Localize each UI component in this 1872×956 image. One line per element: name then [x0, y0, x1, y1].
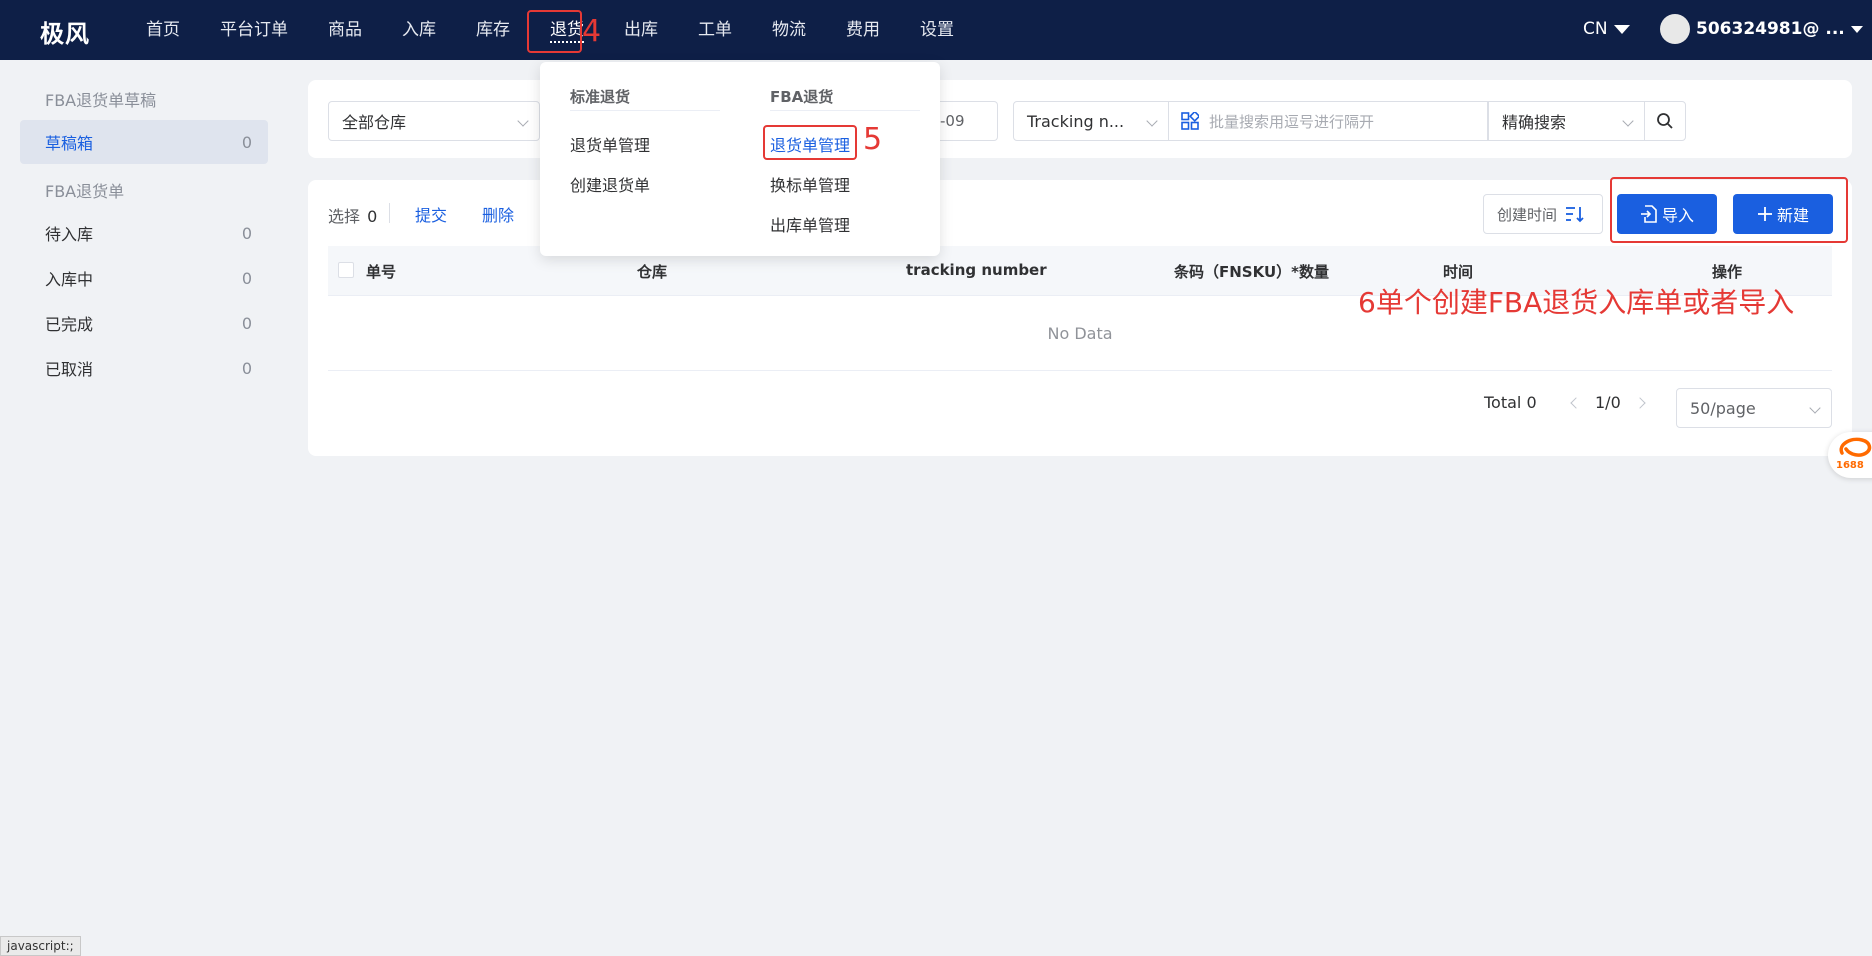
- pagination-total: Total 0: [1484, 393, 1537, 412]
- caret-down-icon: [1613, 24, 1630, 34]
- language-switch[interactable]: CN: [1583, 19, 1630, 39]
- search-button[interactable]: [1644, 101, 1686, 141]
- sidebar-item-label: 已取消: [45, 360, 94, 379]
- dropdown-section-standard: 标准退货: [570, 88, 631, 106]
- sidebar: FBA退货单草稿 草稿箱 0 FBA退货单 待入库 0 入库中 0 已完成 0 …: [0, 60, 288, 956]
- dropdown-item-outbound-manage[interactable]: 出库单管理: [770, 212, 850, 236]
- sidebar-group-fba-returns: FBA退货单: [45, 182, 125, 201]
- sort-by-created-time[interactable]: 创建时间: [1483, 194, 1603, 234]
- menu-platform-orders[interactable]: 平台订单: [200, 0, 308, 60]
- top-nav: 极风 首页 平台订单 商品 入库 库存 退货 出库 工单 物流 费用 设置 CN…: [0, 0, 1872, 60]
- dropdown-divider: [570, 110, 720, 111]
- sidebar-item-inbounding[interactable]: 入库中 0: [20, 256, 268, 300]
- menu-settings[interactable]: 设置: [900, 0, 974, 60]
- column-header-tracking: tracking number: [906, 261, 1047, 279]
- sidebar-item-count: 0: [241, 223, 252, 243]
- page-size-select[interactable]: 50/page: [1676, 388, 1832, 428]
- page-size-value: 50/page: [1690, 398, 1756, 418]
- menu-inventory[interactable]: 库存: [456, 0, 530, 60]
- selection-label: 选择: [328, 207, 361, 226]
- menu-logistics[interactable]: 物流: [752, 0, 826, 60]
- annotation-step4: 4: [582, 14, 602, 49]
- chevron-down-icon: [1146, 115, 1158, 127]
- sidebar-item-label: 已完成: [45, 315, 94, 334]
- menu-fees[interactable]: 费用: [826, 0, 900, 60]
- brand-logo[interactable]: 极风: [40, 14, 90, 49]
- sidebar-item-cancelled[interactable]: 已取消 0: [20, 346, 268, 390]
- annotation-box-fba-return: [763, 125, 857, 160]
- column-header-actions: 操作: [1712, 263, 1743, 281]
- search-mode-select[interactable]: 精确搜索: [1488, 101, 1645, 141]
- annotation-step6: 6单个创建FBA退货入库单或者导入: [1358, 286, 1795, 319]
- sort-label: 创建时间: [1497, 205, 1558, 224]
- badge-label: 1688: [1836, 460, 1864, 471]
- sidebar-item-label: 入库中: [45, 270, 94, 289]
- avatar: [1660, 14, 1690, 44]
- chevron-down-icon: [1622, 115, 1634, 127]
- annotation-box-actions: [1610, 177, 1848, 243]
- dropdown-section-fba: FBA退货: [770, 88, 834, 106]
- chevron-down-icon: [517, 115, 529, 127]
- sort-icon: [1566, 207, 1584, 223]
- batch-grid-icon[interactable]: [1181, 112, 1199, 130]
- search-icon: [1657, 113, 1673, 129]
- menu-products[interactable]: 商品: [308, 0, 382, 60]
- batch-search-placeholder: 批量搜索用逗号进行隔开: [1209, 112, 1375, 131]
- sidebar-item-count: 0: [241, 268, 252, 288]
- chevron-down-icon: [1809, 402, 1821, 414]
- tracking-type-value: Tracking n...: [1027, 111, 1125, 131]
- menu-outbound[interactable]: 出库: [604, 0, 678, 60]
- menu-work-orders[interactable]: 工单: [678, 0, 752, 60]
- toolbar-divider: [389, 203, 390, 223]
- dropdown-item-relabel-manage[interactable]: 换标单管理: [770, 172, 850, 196]
- annotation-box-returns: [527, 10, 582, 53]
- browser-status-bar: javascript:;: [0, 936, 81, 956]
- floating-1688-badge[interactable]: 1688: [1828, 432, 1872, 478]
- dropdown-item-create-return[interactable]: 创建退货单: [570, 172, 650, 196]
- sidebar-item-label: 待入库: [45, 225, 94, 244]
- sidebar-item-count: 0: [241, 358, 252, 378]
- column-header-time: 时间: [1443, 263, 1474, 281]
- selection-count: 选择 0: [328, 203, 377, 227]
- returns-dropdown-menu: 标准退货 退货单管理 创建退货单 FBA退货 退货单管理 换标单管理 出库单管理: [540, 62, 940, 256]
- annotation-step5: 5: [863, 122, 883, 157]
- sidebar-item-label: 草稿箱: [45, 134, 94, 153]
- sidebar-item-count: 0: [241, 132, 252, 152]
- user-name: 506324981@ ...: [1696, 19, 1845, 39]
- warehouse-select-value: 全部仓库: [342, 113, 407, 132]
- delete-button[interactable]: 删除: [482, 202, 514, 226]
- sidebar-group-drafts: FBA退货单草稿: [45, 91, 157, 110]
- sidebar-item-completed[interactable]: 已完成 0: [20, 301, 268, 345]
- submit-button[interactable]: 提交: [415, 202, 447, 226]
- tracking-type-select[interactable]: Tracking n...: [1013, 101, 1169, 141]
- alibaba-logo-icon: [1839, 437, 1872, 457]
- warehouse-select[interactable]: 全部仓库: [328, 101, 540, 141]
- menu-home[interactable]: 首页: [126, 0, 200, 60]
- language-label: CN: [1583, 19, 1608, 39]
- caret-down-icon: [1850, 25, 1863, 33]
- menu-inbound[interactable]: 入库: [382, 0, 456, 60]
- selection-number: 0: [367, 207, 378, 226]
- column-header-number: 单号: [366, 263, 397, 281]
- column-header-warehouse: 仓库: [637, 263, 668, 281]
- sidebar-item-pending-inbound[interactable]: 待入库 0: [20, 211, 268, 255]
- column-header-fnsku-qty: 条码（FNSKU）*数量: [1174, 263, 1329, 281]
- user-menu[interactable]: 506324981@ ...: [1660, 14, 1863, 44]
- search-mode-value: 精确搜索: [1502, 113, 1567, 132]
- sidebar-item-draft-box[interactable]: 草稿箱 0: [20, 120, 268, 164]
- dropdown-divider: [770, 110, 920, 111]
- dropdown-item-standard-return-manage[interactable]: 退货单管理: [570, 132, 650, 156]
- sidebar-item-count: 0: [241, 313, 252, 333]
- select-all-checkbox[interactable]: [338, 262, 354, 278]
- pagination-page: 1/0: [1595, 393, 1621, 412]
- batch-search-input[interactable]: 批量搜索用逗号进行隔开: [1168, 101, 1488, 141]
